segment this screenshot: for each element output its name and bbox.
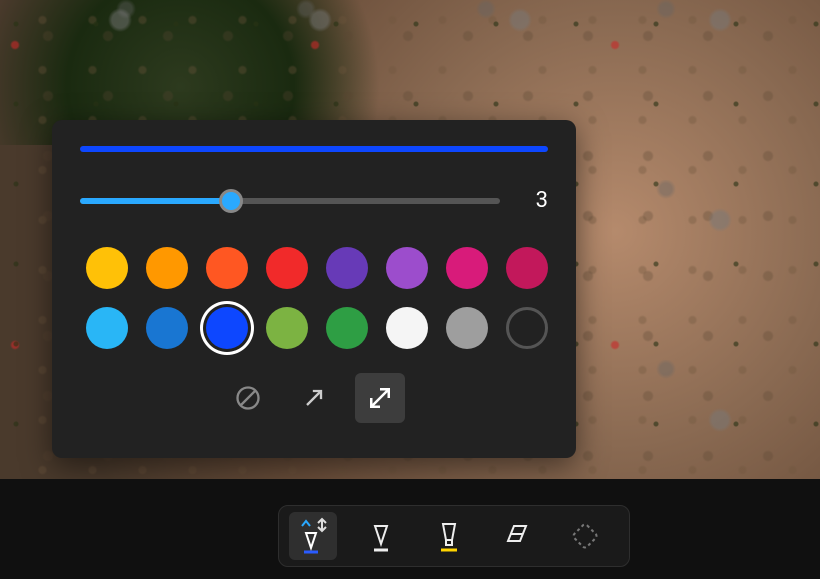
color-green[interactable] <box>326 307 368 349</box>
slider-fill <box>80 198 231 204</box>
pen-outline-icon <box>367 518 395 554</box>
slider-thumb[interactable] <box>219 189 243 213</box>
tool-eraser[interactable] <box>493 512 541 560</box>
highlighter-icon <box>434 518 464 554</box>
color-none[interactable] <box>506 307 548 349</box>
pen-options-popup: 3 <box>52 120 576 458</box>
stroke-preview <box>80 146 548 152</box>
tool-pen-primary[interactable] <box>289 512 337 560</box>
tool-highlighter[interactable] <box>425 512 473 560</box>
arrow-style-one-way[interactable] <box>289 373 339 423</box>
pen-icon <box>296 516 330 556</box>
tool-pen-secondary[interactable] <box>357 512 405 560</box>
color-red[interactable] <box>266 247 308 289</box>
bottom-toolbar <box>0 479 820 579</box>
eraser-icon <box>502 521 532 551</box>
color-purple[interactable] <box>326 247 368 289</box>
arrow-both-icon <box>365 383 395 413</box>
arrow-up-right-icon <box>300 384 328 412</box>
drawing-tools-group <box>278 505 630 567</box>
color-azure[interactable] <box>146 307 188 349</box>
arrow-style-none[interactable] <box>223 373 273 423</box>
color-blue[interactable] <box>206 307 248 349</box>
arrow-style-row <box>80 373 548 423</box>
color-violet[interactable] <box>386 247 428 289</box>
color-lime[interactable] <box>266 307 308 349</box>
color-yellow[interactable] <box>86 247 128 289</box>
thickness-slider-row: 3 <box>80 188 548 213</box>
arrow-style-two-way[interactable] <box>355 373 405 423</box>
thickness-slider[interactable] <box>80 189 500 213</box>
color-amber[interactable] <box>146 247 188 289</box>
color-magenta[interactable] <box>446 247 488 289</box>
shape-icon <box>571 522 599 550</box>
thickness-value: 3 <box>524 188 548 213</box>
color-orange[interactable] <box>206 247 248 289</box>
color-crimson[interactable] <box>506 247 548 289</box>
color-sky[interactable] <box>86 307 128 349</box>
tool-shape[interactable] <box>561 512 609 560</box>
color-palette <box>80 247 548 349</box>
color-white[interactable] <box>386 307 428 349</box>
no-arrow-icon <box>234 384 262 412</box>
color-gray[interactable] <box>446 307 488 349</box>
